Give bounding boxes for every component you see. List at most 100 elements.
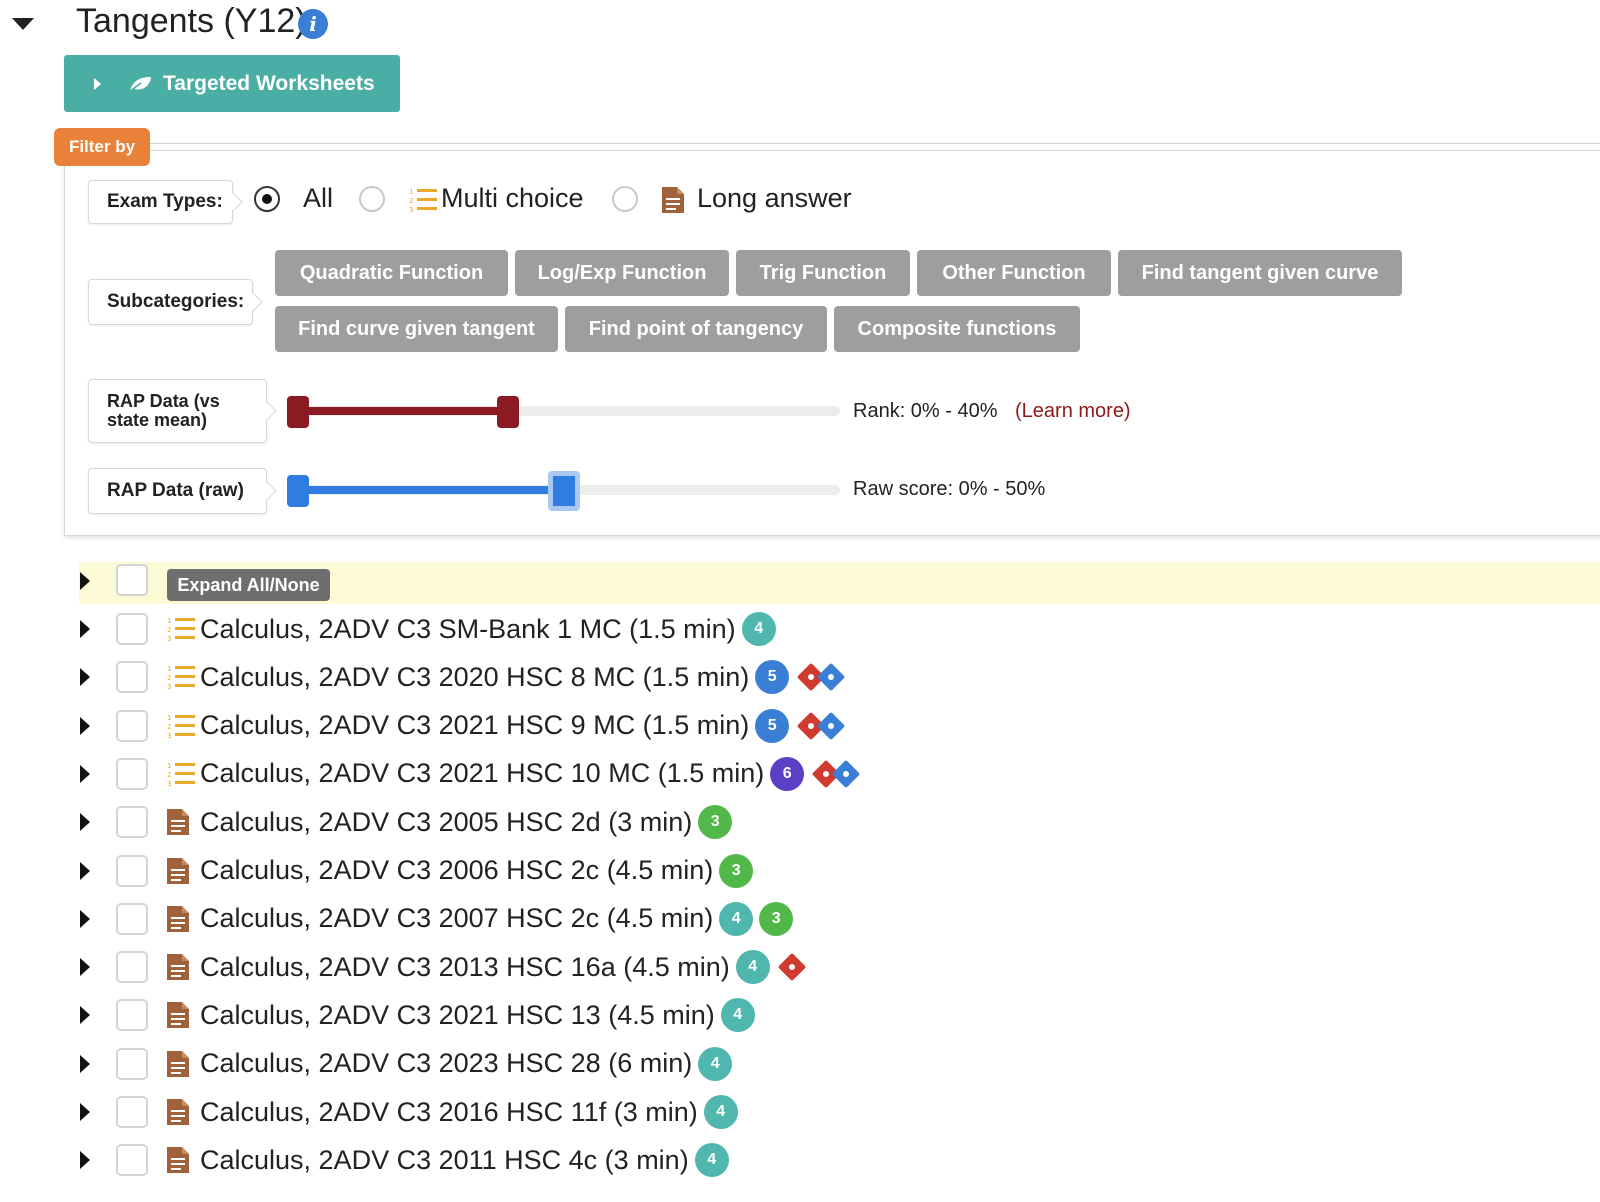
chip-other-function[interactable]: Other Function — [917, 250, 1111, 296]
numbered-list-icon: 123 — [166, 712, 200, 740]
svg-text:2: 2 — [167, 626, 171, 634]
question-title[interactable]: Calculus, 2ADV C3 2011 HSC 4c (3 min) — [200, 1145, 689, 1176]
question-row[interactable]: Calculus, 2ADV C3 2007 HSC 2c (4.5 min) 4… — [166, 901, 794, 937]
subcategories-label-text: Subcategories: — [107, 291, 245, 312]
select-all-checkbox[interactable] — [116, 564, 148, 596]
row-checkbox[interactable] — [116, 709, 148, 742]
question-row[interactable]: Calculus, 2ADV C3 2021 HSC 13 (4.5 min) 4 — [166, 997, 755, 1033]
radio-long-answer[interactable] — [612, 186, 638, 212]
rank-readout: Rank: 0% - 40% — [853, 400, 998, 422]
rap-raw-label-text: RAP Data (raw) — [107, 480, 244, 501]
row-checkbox[interactable] — [116, 757, 148, 790]
raw-readout: Raw score: 0% - 50% — [853, 478, 1046, 500]
document-icon — [166, 808, 200, 836]
rap-raw-slider-fill — [287, 486, 564, 494]
question-row[interactable]: 1 2 3 Calculus, 2ADV C3 SM-Bank 1 MC (1.5 m… — [166, 611, 776, 647]
document-icon — [166, 1050, 200, 1078]
rap-mean-slider-fill — [287, 407, 509, 415]
difficulty-badge: 4 — [735, 950, 770, 985]
row-checkbox[interactable] — [116, 951, 148, 984]
radio-all[interactable] — [254, 186, 280, 212]
numbered-list-icon: 123 — [166, 615, 200, 643]
expand-all-none-button[interactable]: Expand All/None — [167, 569, 330, 601]
document-icon — [662, 187, 684, 213]
question-title[interactable]: Calculus, 2ADV C3 2023 HSC 28 (6 min) — [200, 1048, 692, 1079]
svg-text:3: 3 — [167, 780, 171, 788]
rap-mean-min-handle[interactable] — [287, 396, 309, 428]
chip-log-exp-function[interactable]: Log/Exp Function — [515, 250, 729, 296]
caret-right-icon[interactable] — [80, 958, 90, 977]
chip-find-curve-given-tangent[interactable]: Find curve given tangent — [275, 306, 558, 352]
leaf-icon — [128, 76, 151, 93]
question-title[interactable]: Calculus, 2ADV C3 2005 HSC 2d (3 min) — [200, 807, 692, 838]
svg-text:3: 3 — [167, 732, 171, 740]
row-checkbox[interactable] — [116, 854, 148, 887]
row-checkbox[interactable] — [116, 1096, 148, 1128]
info-circle-icon[interactable]: i — [298, 9, 328, 39]
chip-quadratic-function[interactable]: Quadratic Function — [275, 250, 508, 296]
question-title[interactable]: Calculus, 2ADV C3 2007 HSC 2c (4.5 min) — [200, 903, 713, 934]
radio-long-answer-label: Long answer — [697, 183, 852, 213]
rap-marker-group — [810, 757, 862, 791]
question-row[interactable]: Calculus, 2ADV C3 2023 HSC 28 (6 min) 4 — [166, 1046, 733, 1082]
caret-right-icon[interactable] — [80, 1054, 90, 1073]
caret-right-icon[interactable] — [80, 764, 90, 783]
rap-mean-max-handle[interactable] — [497, 396, 520, 428]
question-title[interactable]: Calculus, 2ADV C3 2020 HSC 8 MC (1.5 min… — [200, 662, 749, 693]
question-row[interactable]: Calculus, 2ADV C3 2011 HSC 4c (3 min) 4 — [166, 1142, 729, 1178]
row-checkbox[interactable] — [116, 806, 148, 839]
numbered-list-icon: 123 — [166, 760, 200, 788]
question-row[interactable]: Calculus, 2ADV C3 2013 HSC 16a (4.5 min)… — [166, 949, 828, 985]
caret-right-icon[interactable] — [80, 909, 90, 928]
row-checkbox[interactable] — [116, 1047, 148, 1080]
caret-right-icon[interactable] — [80, 813, 90, 832]
question-title[interactable]: Calculus, 2ADV C3 2021 HSC 9 MC (1.5 min… — [200, 710, 749, 741]
question-title[interactable]: Calculus, 2ADV C3 2021 HSC 10 MC (1.5 mi… — [200, 758, 764, 789]
svg-text:1: 1 — [409, 188, 413, 196]
svg-text:1: 1 — [167, 617, 171, 625]
chip-find-point-of-tangency[interactable]: Find point of tangency — [565, 306, 827, 352]
chip-composite-functions[interactable]: Composite functions — [834, 306, 1080, 352]
targeted-worksheets-button[interactable]: Targeted Worksheets — [64, 55, 400, 112]
rap-raw-min-handle[interactable] — [287, 475, 309, 507]
question-row[interactable]: 1 2 3 Calculus, 2ADV C3 2021 HSC 10 MC (1.5… — [166, 756, 862, 792]
caret-right-icon[interactable] — [80, 861, 90, 880]
question-row[interactable]: Calculus, 2ADV C3 2016 HSC 11f (3 min) 4 — [166, 1094, 738, 1130]
question-row[interactable]: 1 2 3 Calculus, 2ADV C3 2021 HSC 9 MC (1.5 … — [166, 708, 847, 744]
row-checkbox[interactable] — [116, 613, 148, 645]
question-title[interactable]: Calculus, 2ADV C3 2013 HSC 16a (4.5 min) — [200, 952, 730, 983]
caret-right-icon[interactable] — [80, 668, 90, 687]
question-title[interactable]: Calculus, 2ADV C3 2021 HSC 13 (4.5 min) — [200, 1000, 715, 1031]
question-title[interactable]: Calculus, 2ADV C3 2006 HSC 2c (4.5 min) — [200, 855, 713, 886]
row-checkbox[interactable] — [116, 999, 148, 1032]
rap-marker-group — [776, 950, 828, 984]
caret-right-icon[interactable] — [80, 716, 90, 735]
collapse-caret-icon[interactable] — [12, 18, 34, 30]
raw-diamond-icon — [832, 759, 861, 789]
row-checkbox[interactable] — [116, 1144, 148, 1177]
caret-right-icon[interactable] — [80, 1103, 90, 1121]
question-title[interactable]: Calculus, 2ADV C3 SM-Bank 1 MC (1.5 min) — [200, 614, 736, 645]
rap-raw-max-handle[interactable] — [547, 471, 580, 511]
row-checkbox[interactable] — [116, 902, 148, 935]
chip-find-tangent-given-curve[interactable]: Find tangent given curve — [1118, 250, 1402, 296]
radio-multi-choice[interactable] — [359, 186, 385, 212]
row-checkbox[interactable] — [116, 661, 148, 694]
document-icon — [166, 1001, 200, 1029]
caret-right-icon[interactable] — [80, 1151, 90, 1170]
question-title[interactable]: Calculus, 2ADV C3 2016 HSC 11f (3 min) — [200, 1097, 698, 1128]
raw-diamond-icon — [817, 663, 846, 692]
svg-text:2: 2 — [167, 723, 171, 731]
document-icon — [166, 857, 200, 885]
svg-text:2: 2 — [409, 197, 413, 205]
radio-multi-choice-label: Multi choice — [441, 183, 584, 213]
caret-right-icon[interactable] — [80, 620, 90, 638]
caret-right-icon[interactable] — [80, 1006, 90, 1025]
chip-trig-function[interactable]: Trig Function — [736, 250, 910, 296]
caret-right-icon[interactable] — [80, 572, 90, 590]
question-row[interactable]: Calculus, 2ADV C3 2005 HSC 2d (3 min) 3 — [166, 804, 733, 840]
page-title: Tangents (Y12) — [76, 2, 307, 40]
question-row[interactable]: 1 2 3 Calculus, 2ADV C3 2020 HSC 8 MC (1.5 … — [166, 659, 847, 695]
learn-more-link[interactable]: (Learn more) — [1015, 400, 1131, 423]
question-row[interactable]: Calculus, 2ADV C3 2006 HSC 2c (4.5 min) 3 — [166, 853, 754, 889]
